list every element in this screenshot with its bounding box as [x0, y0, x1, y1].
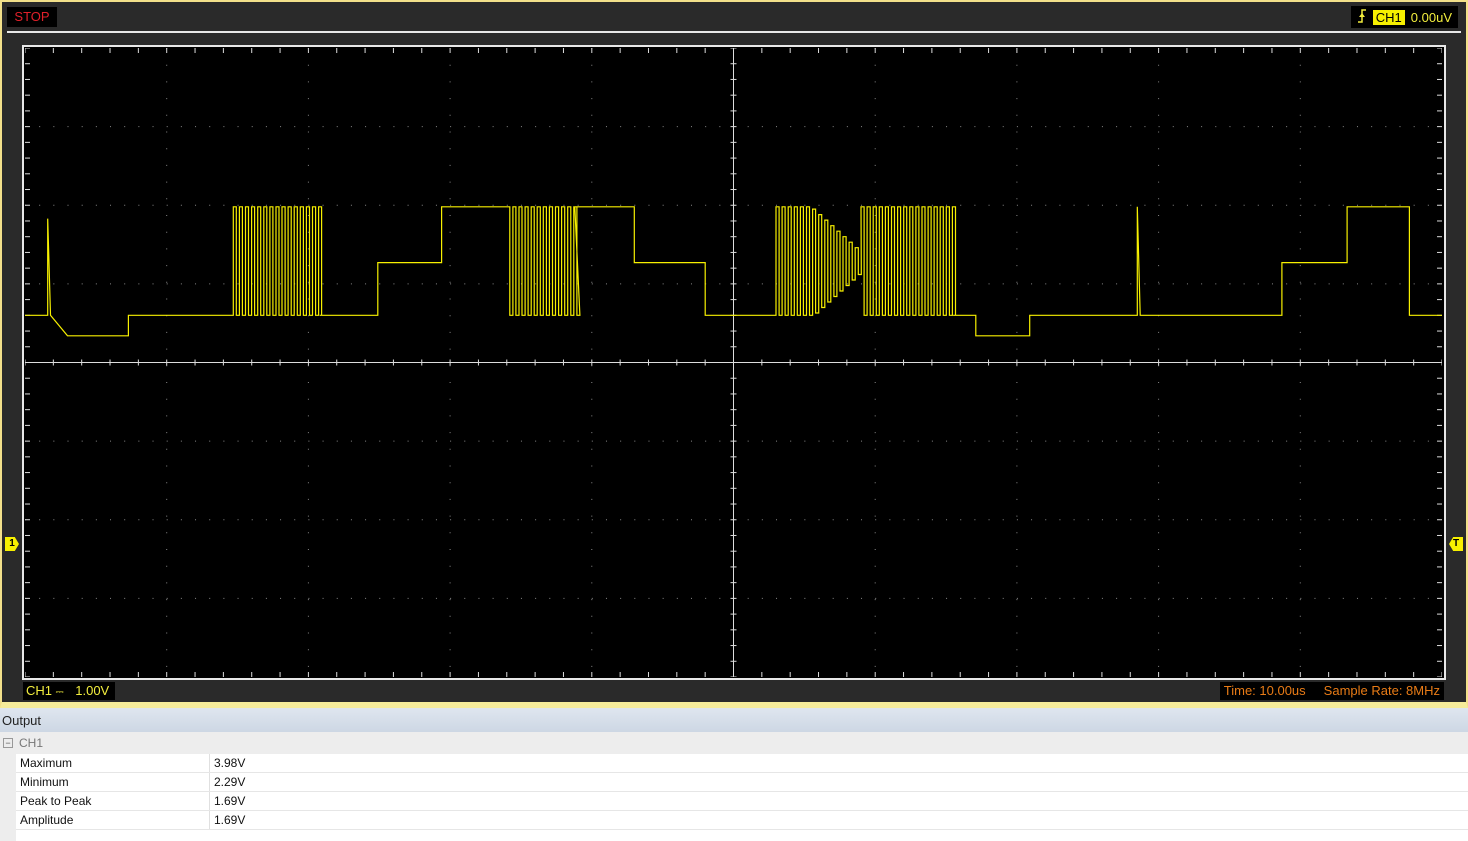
collapse-icon[interactable]: −: [3, 738, 13, 748]
output-title: Output: [0, 708, 1468, 732]
measurement-value: 2.29V: [214, 775, 246, 789]
measurement-label: Minimum: [16, 773, 210, 791]
volts-per-div: 1.00V: [75, 683, 110, 698]
dc-coupling-icon: ⎓: [55, 687, 64, 698]
waveform-plot[interactable]: [25, 48, 1442, 677]
measurement-label: Maximum: [16, 754, 210, 772]
divider: [7, 31, 1461, 33]
group-label: CH1: [19, 736, 44, 750]
measurement-label: Peak to Peak: [16, 792, 210, 810]
trigger-channel: CH1: [1372, 9, 1405, 25]
output-gutter: [0, 754, 16, 841]
time-per-div: Time: 10.00us: [1223, 683, 1306, 698]
run-status[interactable]: STOP: [7, 7, 57, 27]
measurement-row[interactable]: Amplitude 1.69V: [16, 811, 1468, 830]
trigger-level: 0.00uV: [1410, 9, 1452, 25]
measurement-row[interactable]: Peak to Peak 1.69V: [16, 792, 1468, 811]
measurement-value: 1.69V: [214, 813, 246, 827]
measurement-row[interactable]: Maximum 3.98V: [16, 754, 1468, 773]
channel-scale[interactable]: CH1 ⎓ 1.00V: [23, 682, 115, 700]
channel-label: CH1: [26, 683, 53, 698]
measurement-value: 1.69V: [214, 794, 246, 808]
sample-rate: Sample Rate: 8MHz: [1323, 683, 1440, 698]
rising-edge-icon: [1357, 8, 1367, 27]
measurement-label: Amplitude: [16, 811, 210, 829]
output-panel: Output − CH1 Maximum 3.98V Minimum 2.29V Pea…: [0, 708, 1468, 841]
timebase-info[interactable]: Time: 10.00us Sample Rate: 8MHz: [1219, 682, 1444, 700]
output-group-ch1[interactable]: − CH1: [0, 732, 1468, 754]
trigger-info[interactable]: CH1 0.00uV: [1350, 6, 1458, 28]
measurement-row[interactable]: Minimum 2.29V: [16, 773, 1468, 792]
measurement-value: 3.98V: [214, 756, 246, 770]
